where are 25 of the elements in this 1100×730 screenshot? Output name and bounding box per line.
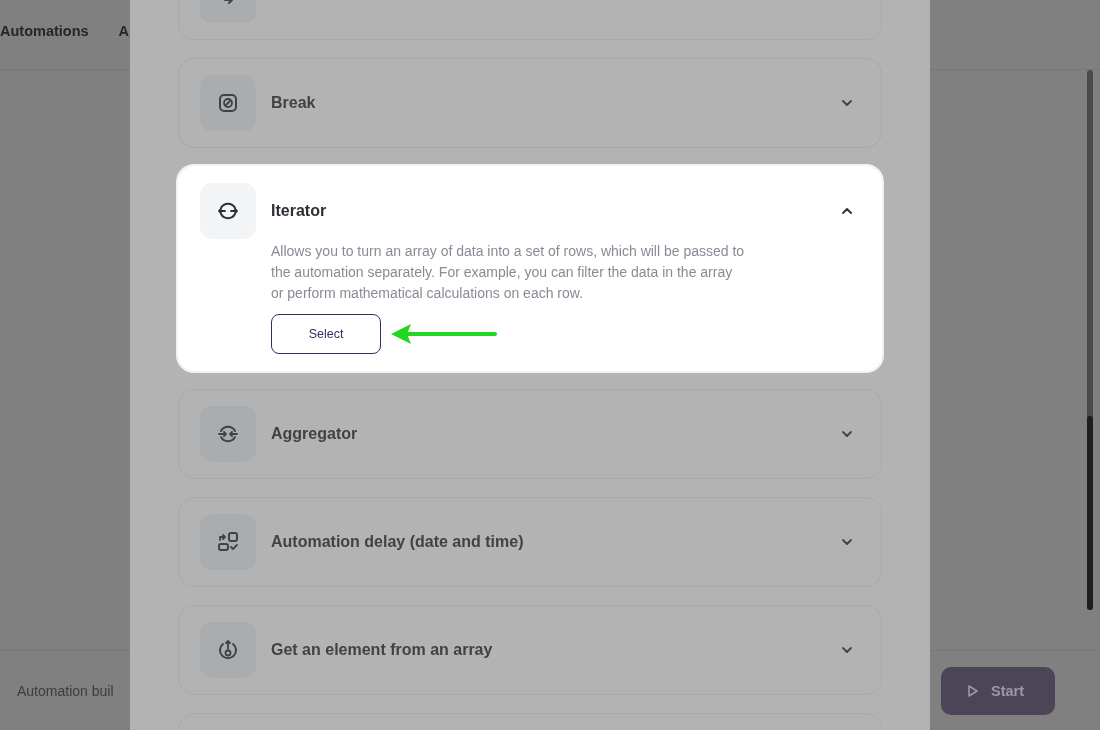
step-card[interactable]: Get an element from an array <box>178 605 882 695</box>
start-button[interactable]: Start <box>941 666 1055 715</box>
chevron-down-icon[interactable] <box>841 99 853 107</box>
step-card[interactable]: Break <box>178 58 882 148</box>
step-card[interactable]: Aggregator <box>178 389 882 479</box>
step-title: Break <box>271 94 317 112</box>
chevron-down-icon[interactable] <box>841 430 853 438</box>
step-description: Allows you to turn an array of data into a set of rows, which will be passed to the automation separately. For example, you can filter the data in the array or perform mathematical calculations on each row. <box>271 242 746 303</box>
swap-blocks-icon <box>216 530 240 554</box>
step-title: Iterator <box>271 202 328 220</box>
nav-tab[interactable]: A <box>118 22 130 39</box>
chevron-up-icon[interactable] <box>841 207 853 215</box>
circle-arrow-icon <box>216 638 240 662</box>
step-title: Automation delay (date and time) <box>271 533 525 551</box>
play-icon <box>967 683 979 698</box>
chevron-down-icon[interactable] <box>841 646 853 654</box>
step-title: Get an element from an array <box>271 641 494 659</box>
step-card[interactable]: Automation delay (date and time) <box>178 497 882 587</box>
select-button[interactable]: Select <box>271 314 381 354</box>
stop-icon <box>216 91 240 115</box>
chevron-down-icon[interactable] <box>841 538 853 546</box>
scrollbar[interactable] <box>1087 70 1093 610</box>
footer-caption: Automation buil <box>17 682 114 699</box>
step-title: Aggregator <box>271 425 359 443</box>
nav-tab[interactable]: Automations <box>0 22 89 39</box>
